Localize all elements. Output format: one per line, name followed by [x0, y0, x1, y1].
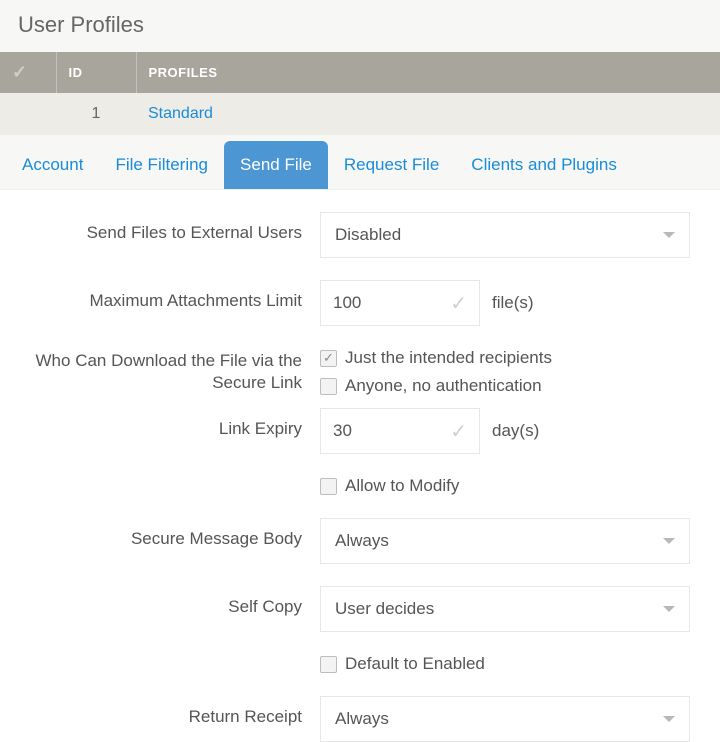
label-return-receipt: Return Receipt — [20, 696, 320, 728]
select-value: Always — [335, 709, 389, 729]
option-anyone[interactable]: Anyone, no authentication — [320, 376, 542, 396]
send-file-form: Send Files to External Users Disabled Ma… — [0, 190, 720, 742]
suffix-files: file(s) — [492, 293, 534, 313]
option-allow-modify[interactable]: Allow to Modify — [320, 476, 459, 496]
option-intended-recipients[interactable]: ✓ Just the intended recipients — [320, 348, 552, 368]
select-value: Disabled — [335, 225, 401, 245]
suffix-days: day(s) — [492, 421, 539, 441]
max-attachments-field[interactable] — [333, 293, 403, 313]
option-label: Anyone, no authentication — [345, 376, 542, 396]
row-id-cell: 1 — [56, 93, 136, 135]
checkbox-icon[interactable] — [320, 378, 337, 395]
label-self-copy: Self Copy — [20, 586, 320, 618]
checkbox-icon[interactable] — [320, 478, 337, 495]
table-row[interactable]: 1 Standard — [0, 93, 720, 135]
page-title: User Profiles — [0, 0, 720, 52]
input-link-expiry[interactable]: ✓ — [320, 408, 480, 454]
check-icon: ✓ — [450, 419, 467, 444]
select-value: User decides — [335, 599, 434, 619]
tab-account[interactable]: Account — [6, 141, 99, 189]
select-secure-body[interactable]: Always — [320, 518, 690, 564]
label-send-external: Send Files to External Users — [20, 212, 320, 244]
profiles-table: ✓ ID PROFILES 1 Standard — [0, 52, 720, 135]
chevron-down-icon — [663, 716, 675, 722]
tab-file-filtering[interactable]: File Filtering — [99, 141, 224, 189]
select-return-receipt[interactable]: Always — [320, 696, 690, 742]
select-send-external[interactable]: Disabled — [320, 212, 690, 258]
label-max-attachments: Maximum Attachments Limit — [20, 280, 320, 312]
label-link-expiry: Link Expiry — [20, 408, 320, 440]
column-header-profiles[interactable]: PROFILES — [136, 52, 720, 93]
label-secure-body: Secure Message Body — [20, 518, 320, 550]
check-icon: ✓ — [450, 291, 467, 316]
column-header-select[interactable]: ✓ — [0, 52, 56, 93]
tab-send-file[interactable]: Send File — [224, 141, 328, 189]
chevron-down-icon — [663, 538, 675, 544]
checkbox-icon[interactable] — [320, 656, 337, 673]
column-header-id[interactable]: ID — [56, 52, 136, 93]
tabs: Account File Filtering Send File Request… — [0, 141, 720, 190]
option-default-enabled[interactable]: Default to Enabled — [320, 654, 485, 674]
row-select-cell[interactable] — [0, 93, 56, 135]
tab-clients-plugins[interactable]: Clients and Plugins — [455, 141, 633, 189]
label-who-download: Who Can Download the File via the Secure… — [20, 348, 320, 394]
option-label: Allow to Modify — [345, 476, 459, 496]
check-icon: ✓ — [12, 62, 28, 82]
option-label: Just the intended recipients — [345, 348, 552, 368]
tab-request-file[interactable]: Request File — [328, 141, 455, 189]
chevron-down-icon — [663, 606, 675, 612]
profile-link[interactable]: Standard — [148, 105, 213, 122]
checkbox-icon[interactable]: ✓ — [320, 350, 337, 367]
chevron-down-icon — [663, 232, 675, 238]
link-expiry-field[interactable] — [333, 421, 403, 441]
option-label: Default to Enabled — [345, 654, 485, 674]
select-value: Always — [335, 531, 389, 551]
row-profile-cell: Standard — [136, 93, 720, 135]
input-max-attachments[interactable]: ✓ — [320, 280, 480, 326]
select-self-copy[interactable]: User decides — [320, 586, 690, 632]
